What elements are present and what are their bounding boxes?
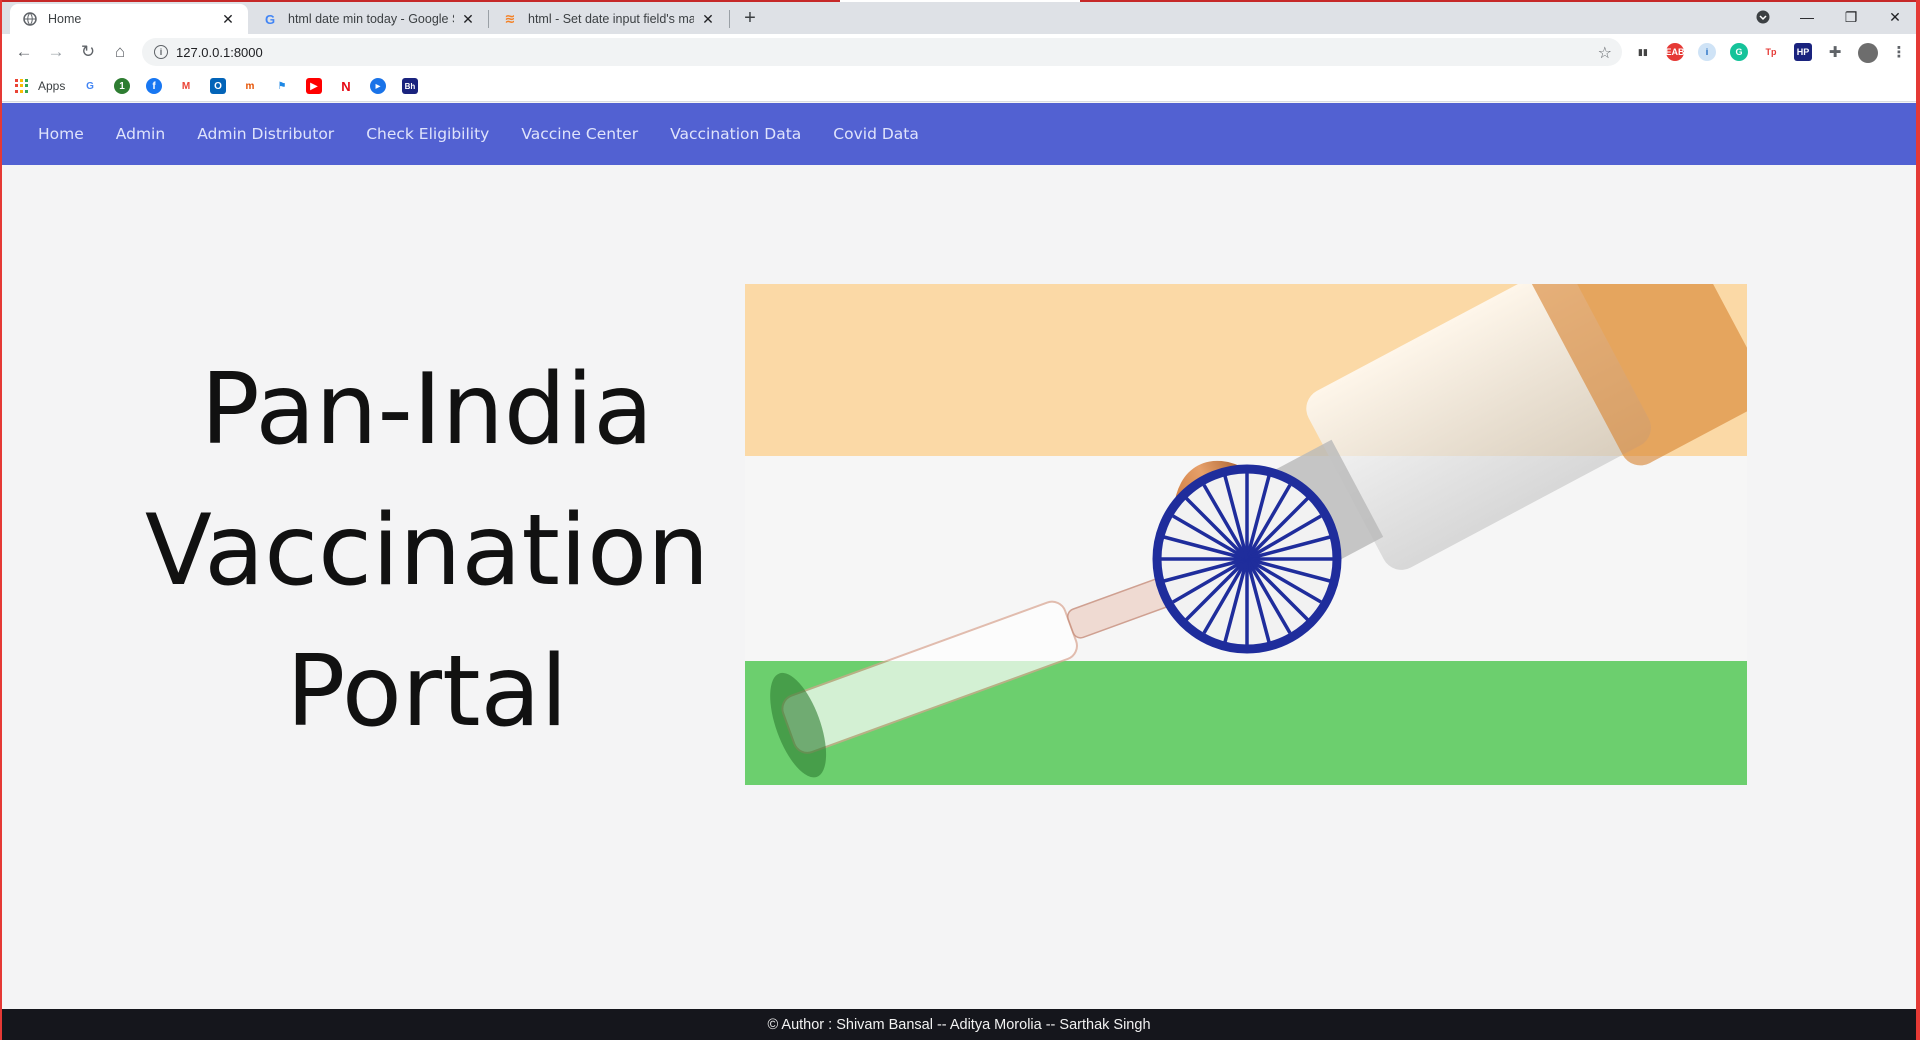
tab-title: html date min today - Google Se xyxy=(288,12,454,26)
google-icon: G xyxy=(264,11,276,27)
address-bar[interactable]: i 127.0.0.1:8000 ☆ xyxy=(142,38,1622,66)
hero-title-line: Pan-India xyxy=(200,353,654,467)
netflix-icon[interactable]: N xyxy=(338,78,354,94)
apps-grid-icon[interactable] xyxy=(15,79,29,93)
bookmark-green-icon[interactable]: 1 xyxy=(114,78,130,94)
extension-adblock-icon[interactable]: EAB xyxy=(1666,43,1685,61)
window-top-highlight xyxy=(840,0,1080,2)
extension-translate-icon[interactable]: i xyxy=(1698,43,1716,61)
hero-title-line: Vaccination xyxy=(144,494,710,608)
extension-colorzilla-icon[interactable]: ▮▮ xyxy=(1634,43,1652,61)
extensions-puzzle-icon[interactable]: ✚ xyxy=(1826,43,1844,61)
tab-google-search[interactable]: G html date min today - Google Se ✕ xyxy=(250,4,488,34)
reload-icon[interactable]: ↻ xyxy=(76,41,100,63)
nav-check-eligibility[interactable]: Check Eligibility xyxy=(350,103,505,165)
tab-separator xyxy=(729,10,730,28)
bookmark-play-icon[interactable]: ▸ xyxy=(370,78,386,94)
google-icon[interactable]: G xyxy=(82,78,98,94)
forward-icon[interactable]: → xyxy=(44,41,68,63)
site-navbar: Home Admin Admin Distributor Check Eligi… xyxy=(2,103,1916,165)
nav-vaccination-data[interactable]: Vaccination Data xyxy=(654,103,817,165)
hero-title: Pan-India Vaccination Portal xyxy=(102,340,752,763)
close-tab-icon[interactable]: ✕ xyxy=(700,11,716,27)
nav-vaccine-center[interactable]: Vaccine Center xyxy=(505,103,654,165)
extension-hp-icon[interactable]: HP xyxy=(1794,43,1812,61)
facebook-icon[interactable]: f xyxy=(146,78,162,94)
close-window-icon[interactable]: ✕ xyxy=(1872,4,1916,30)
stackoverflow-icon: ≋ xyxy=(504,11,516,26)
nav-home[interactable]: Home xyxy=(22,103,100,165)
back-icon[interactable]: ← xyxy=(12,41,36,63)
site-info-icon[interactable]: i xyxy=(154,45,168,59)
globe-icon xyxy=(22,11,38,27)
bookmark-flag-icon[interactable]: ⚑ xyxy=(274,78,290,94)
new-tab-button[interactable]: + xyxy=(738,6,762,30)
hero-image-vaccine-flag xyxy=(745,284,1747,785)
bookmark-m-icon[interactable]: m xyxy=(242,78,258,94)
address-url: 127.0.0.1:8000 xyxy=(176,44,263,60)
nav-covid-data[interactable]: Covid Data xyxy=(817,103,935,165)
bookmark-star-icon[interactable]: ☆ xyxy=(1598,43,1612,63)
bookmarks-bar: Apps G 1 f M O m ⚑ ▶ N ▸ Bh xyxy=(2,70,1916,102)
extension-tp-icon[interactable]: Tp xyxy=(1762,43,1780,61)
youtube-icon[interactable]: ▶ xyxy=(306,78,322,94)
footer-credits: © Author : Shivam Bansal -- Aditya Morol… xyxy=(767,1016,1151,1033)
tab-home[interactable]: Home ✕ xyxy=(10,4,248,34)
home-icon[interactable]: ⌂ xyxy=(108,41,132,63)
restore-icon[interactable]: ❐ xyxy=(1828,4,1874,30)
tab-stackoverflow[interactable]: ≋ html - Set date input field's max ✕ xyxy=(490,4,728,34)
nav-admin[interactable]: Admin xyxy=(100,103,181,165)
nav-admin-distributor[interactable]: Admin Distributor xyxy=(181,103,350,165)
apps-bookmark[interactable]: Apps xyxy=(38,79,65,93)
profile-avatar-icon[interactable] xyxy=(1858,43,1878,63)
browser-window: Home ✕ G html date min today - Google Se… xyxy=(2,0,1916,1040)
extension-grammarly-icon[interactable]: G xyxy=(1730,43,1748,61)
tab-title: html - Set date input field's max xyxy=(528,12,694,26)
close-tab-icon[interactable]: ✕ xyxy=(220,11,236,27)
tab-search-icon[interactable] xyxy=(1740,4,1786,30)
tab-separator xyxy=(488,10,489,28)
outlook-icon[interactable]: O xyxy=(210,78,226,94)
hero-title-line: Portal xyxy=(286,635,568,749)
browser-menu-icon[interactable]: ⋮ xyxy=(1890,43,1908,61)
bookmark-bh-icon[interactable]: Bh xyxy=(402,78,418,94)
close-tab-icon[interactable]: ✕ xyxy=(460,11,476,27)
tab-title: Home xyxy=(48,12,82,26)
site-footer: © Author : Shivam Bansal -- Aditya Morol… xyxy=(2,1009,1916,1040)
gmail-icon[interactable]: M xyxy=(178,78,194,94)
minimize-icon[interactable]: — xyxy=(1784,4,1830,30)
tab-strip: Home ✕ G html date min today - Google Se… xyxy=(2,0,1916,34)
browser-toolbar: ← → ↻ ⌂ i 127.0.0.1:8000 ☆ ▮▮ EAB i G Tp… xyxy=(2,34,1916,70)
